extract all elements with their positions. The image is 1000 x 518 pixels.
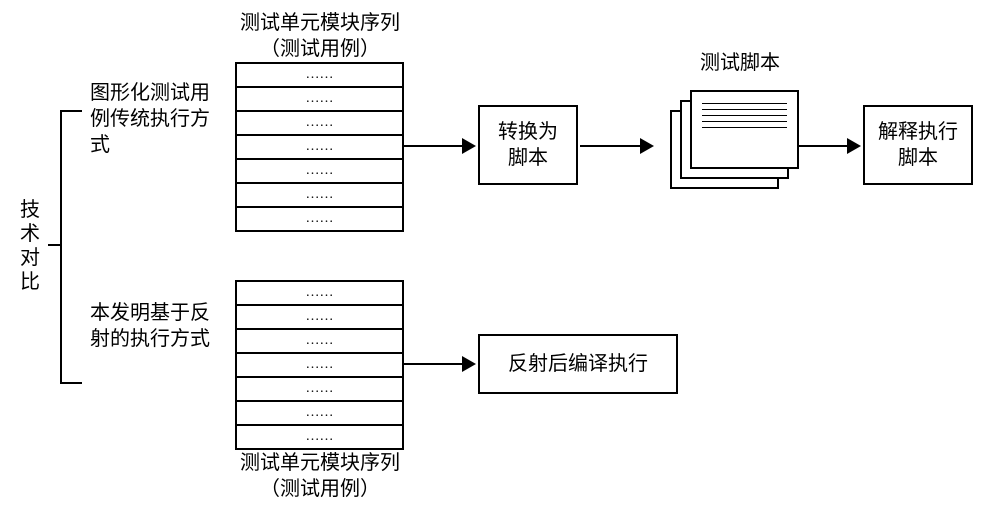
bottom-sequence-title: 测试单元模块序列 （测试用例） xyxy=(220,450,420,502)
seq-row: …… xyxy=(237,208,402,230)
arrow-head-icon xyxy=(847,138,861,154)
arrow-line xyxy=(402,145,462,147)
seq-row: …… xyxy=(237,354,402,378)
bottom-sequence-box: …… …… …… …… …… …… …… xyxy=(235,280,404,450)
top-sequence-box: …… …… …… …… …… …… …… xyxy=(235,62,404,232)
axis-label: 技术对比 xyxy=(20,198,42,294)
title-line1: 测试单元模块序列 xyxy=(240,452,400,474)
arrow-head-icon xyxy=(462,356,476,372)
seq-row: …… xyxy=(237,160,402,184)
seq-row: …… xyxy=(237,64,402,88)
seq-row: …… xyxy=(237,184,402,208)
arrow-head-icon xyxy=(640,138,654,154)
seq-row: …… xyxy=(237,378,402,402)
arrow-line xyxy=(402,363,462,365)
interpret-execute-box: 解释执行 脚本 xyxy=(863,105,973,185)
title-line1: 测试单元模块序列 xyxy=(240,12,400,34)
convert-to-script-box: 转换为 脚本 xyxy=(478,105,578,185)
seq-row: …… xyxy=(237,306,402,330)
branch-bottom-label: 本发明基于反射的执行方式 xyxy=(90,300,210,352)
arrow-line xyxy=(797,145,847,147)
arrow-line xyxy=(580,145,640,147)
script-stack-label: 测试脚本 xyxy=(680,50,800,76)
seq-row: …… xyxy=(237,402,402,426)
technical-comparison-diagram: 技术对比 图形化测试用例传统执行方式 本发明基于反射的执行方式 测试单元模块序列… xyxy=(20,20,980,498)
top-sequence-title: 测试单元模块序列 （测试用例） xyxy=(220,10,420,62)
reflect-compile-execute-box: 反射后编译执行 xyxy=(478,334,678,394)
seq-row: …… xyxy=(237,136,402,160)
title-line2: （测试用例） xyxy=(260,38,380,60)
seq-row: …… xyxy=(237,330,402,354)
seq-row: …… xyxy=(237,282,402,306)
branch-top-label: 图形化测试用例传统执行方式 xyxy=(90,80,210,158)
arrow-head-icon xyxy=(462,138,476,154)
seq-row: …… xyxy=(237,88,402,112)
title-line2: （测试用例） xyxy=(260,478,380,500)
seq-row: …… xyxy=(237,112,402,136)
seq-row: …… xyxy=(237,426,402,448)
